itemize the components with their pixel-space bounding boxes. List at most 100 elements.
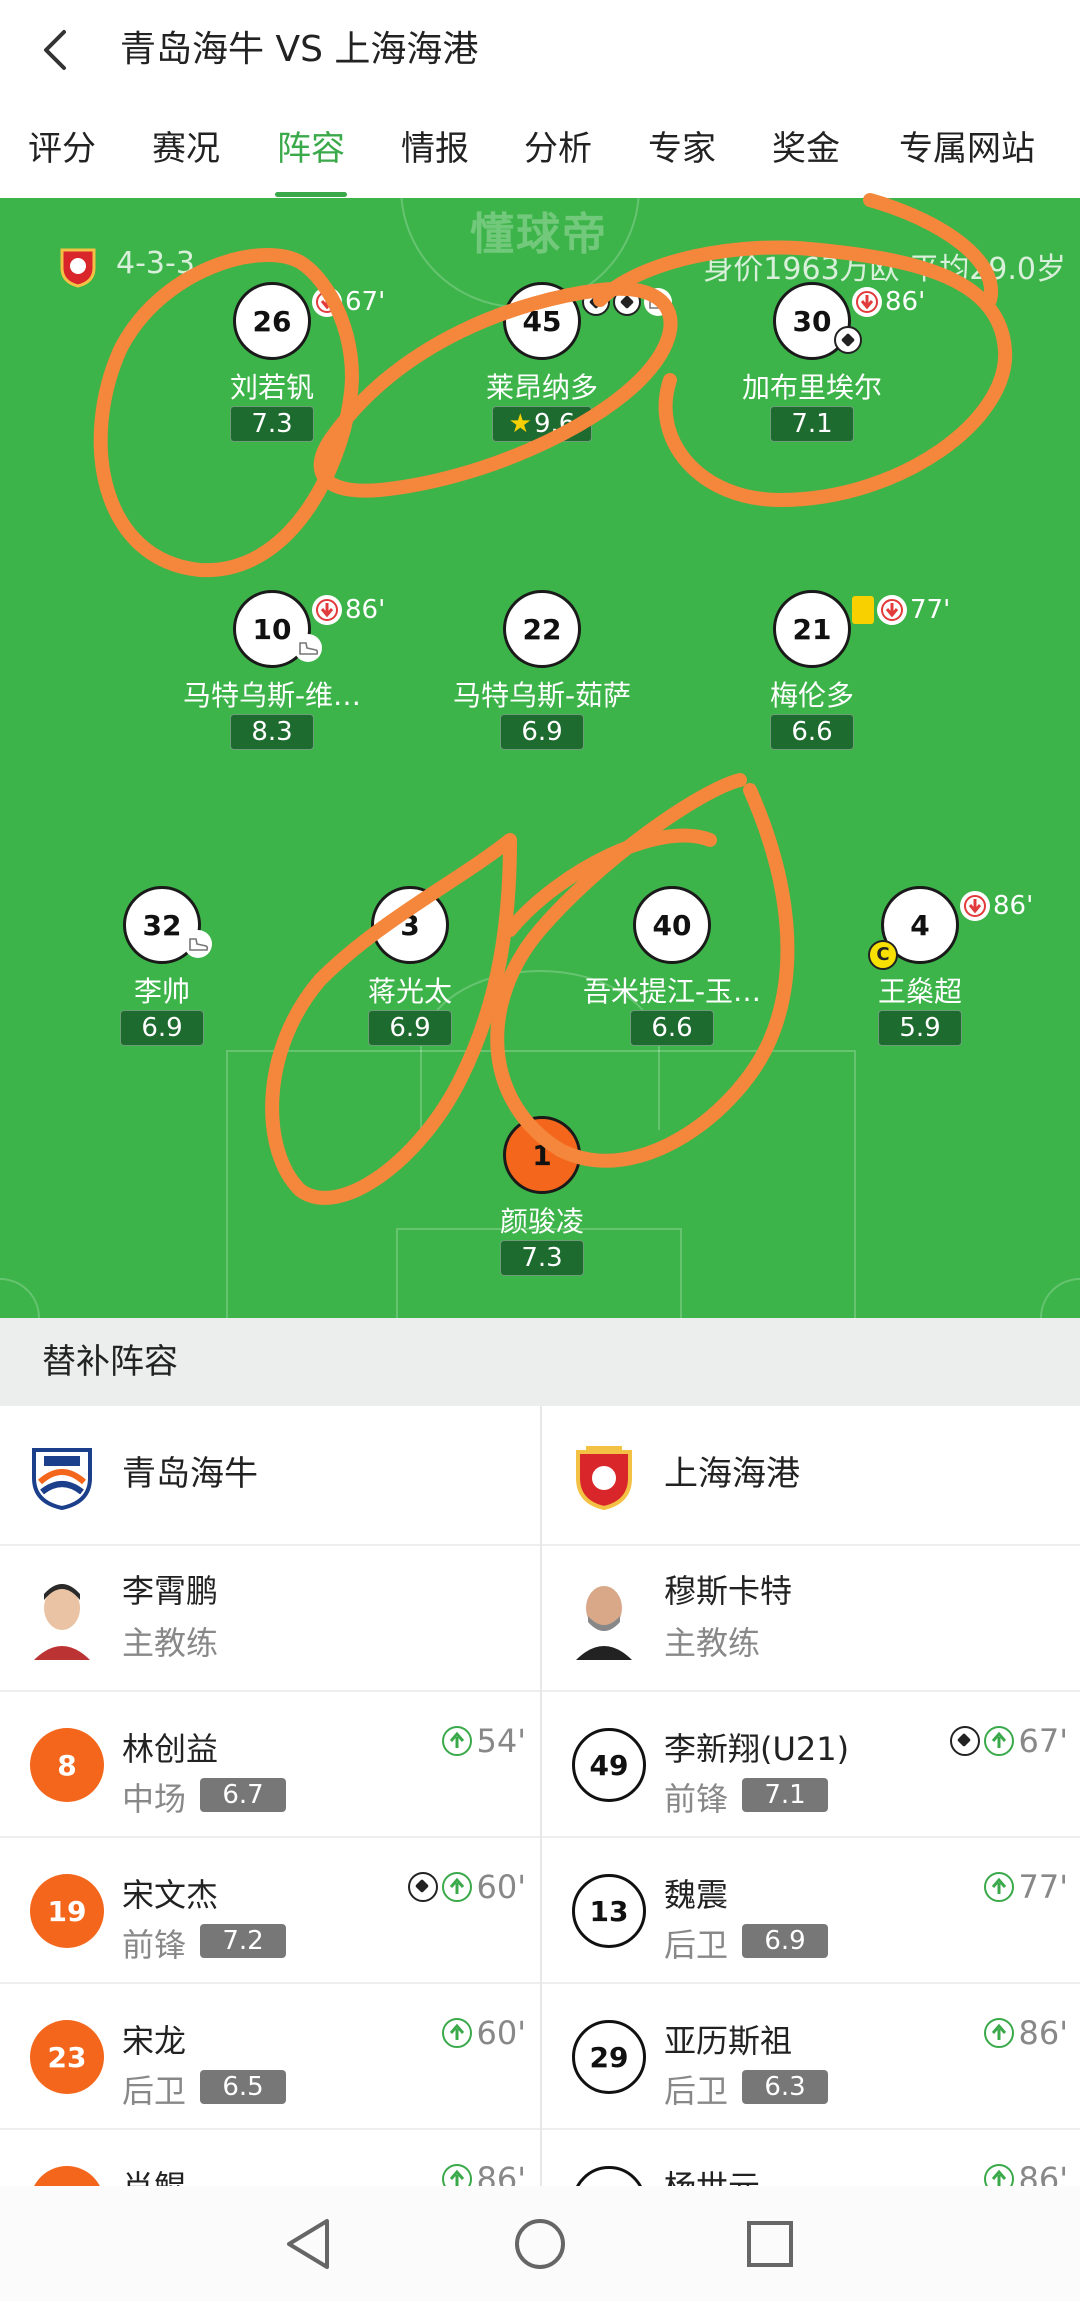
away-sub-row[interactable]: 49 李新翔(U21) 前锋 7.1 67' bbox=[542, 1694, 1080, 1838]
sub-in-icon bbox=[984, 2164, 1015, 2186]
sub-in-icon bbox=[984, 1726, 1015, 1756]
square-recents-icon bbox=[747, 2221, 793, 2267]
away-sub-row[interactable]: 杨世元 86' bbox=[542, 2132, 1080, 2186]
player-name: 马特乌斯-茹萨 bbox=[452, 679, 632, 712]
sub-events: 60' bbox=[408, 1868, 526, 1906]
player-22[interactable]: 22 马特乌斯-茹萨 6.9 bbox=[412, 590, 672, 770]
sub-in-minute: 54' bbox=[476, 1722, 526, 1760]
tab-expert[interactable]: 专家 bbox=[646, 124, 718, 174]
player-name: 梅伦多 bbox=[769, 679, 854, 712]
sub-in-icon bbox=[442, 2164, 473, 2186]
player-events-below bbox=[184, 930, 212, 958]
sub-position: 后卫 bbox=[664, 2072, 729, 2110]
player-26[interactable]: 26 刘若钒 7.3 67' bbox=[142, 282, 402, 462]
goal-ball-icon bbox=[834, 326, 862, 354]
home-coach-role: 主教练 bbox=[122, 1624, 219, 1662]
captain-badge: C bbox=[868, 940, 898, 970]
home-sub-row[interactable]: 8 林创益 中场 6.7 54' bbox=[0, 1694, 540, 1838]
player-rating-value: 6.9 bbox=[521, 717, 563, 747]
player-events: 77' bbox=[852, 592, 950, 628]
away-team-row[interactable]: 上海海港 bbox=[542, 1406, 1080, 1546]
player-10[interactable]: 10 马特乌斯-维… 8.3 86' bbox=[142, 590, 402, 770]
sub-out-icon bbox=[877, 595, 907, 625]
sub-out-icon bbox=[312, 287, 342, 317]
yellow-card-icon bbox=[852, 596, 874, 624]
away-sub-row[interactable]: 29 亚历斯祖 后卫 6.3 86' bbox=[542, 1986, 1080, 2130]
sub-name: 肖鲲 bbox=[122, 2162, 186, 2186]
active-tab-indicator bbox=[275, 192, 347, 197]
sub-name: 宋龙 bbox=[122, 2022, 187, 2060]
assist-boot-icon bbox=[294, 634, 322, 662]
player-rating-value: 6.9 bbox=[389, 1013, 431, 1043]
player-rating-value: 9.6 bbox=[533, 409, 576, 439]
home-sub-row[interactable]: 23 宋龙 后卫 6.5 60' bbox=[0, 1986, 540, 2130]
player-rating: 6.6 bbox=[630, 1010, 714, 1046]
player-rating-value: 8.3 bbox=[251, 717, 293, 747]
sub-number: 23 bbox=[30, 2020, 104, 2094]
sub-out-icon bbox=[960, 891, 990, 921]
home-coach-avatar bbox=[30, 1574, 94, 1660]
tab-live[interactable]: 赛况 bbox=[150, 124, 222, 174]
home-sub-row[interactable]: 肖鲲 86' bbox=[0, 2132, 540, 2186]
player-name: 颜骏凌 bbox=[499, 1205, 584, 1238]
sub-events: 77' bbox=[984, 1868, 1068, 1906]
sub-in-icon bbox=[442, 1726, 473, 1756]
home-team-row[interactable]: 青岛海牛 bbox=[0, 1406, 540, 1546]
away-coach-row[interactable]: 穆斯卡特 主教练 bbox=[542, 1546, 1080, 1692]
player-32[interactable]: 32 李帅 6.9 bbox=[32, 886, 292, 1066]
player-name: 吾米提江-玉… bbox=[582, 975, 762, 1008]
sub-number: 8 bbox=[30, 1728, 104, 1802]
corner-arc-left bbox=[0, 1278, 40, 1318]
player-21[interactable]: 21 梅伦多 6.6 77' bbox=[682, 590, 950, 770]
player-events bbox=[582, 284, 672, 320]
away-coach-role: 主教练 bbox=[664, 1624, 761, 1662]
sub-position: 前锋 bbox=[122, 1926, 187, 1964]
home-coach-row[interactable]: 李霄鹏 主教练 bbox=[0, 1546, 540, 1692]
player-rating: 8.3 bbox=[230, 714, 314, 750]
player-1[interactable]: 1 颜骏凌 7.3 bbox=[412, 1116, 672, 1296]
sub-events: 86' bbox=[984, 2014, 1068, 2052]
sub-out-icon bbox=[852, 287, 882, 317]
tab-lineup[interactable]: 阵容 bbox=[275, 124, 347, 174]
player-rating: ★9.6 bbox=[492, 406, 592, 442]
nav-recents-button[interactable] bbox=[740, 2214, 800, 2274]
tab-analysis[interactable]: 分析 bbox=[522, 124, 594, 174]
sub-minute: 67' bbox=[345, 287, 386, 317]
nav-back-button[interactable] bbox=[278, 2214, 338, 2274]
home-sub-row[interactable]: 19 宋文杰 前锋 7.2 60' bbox=[0, 1840, 540, 1984]
sub-in-icon bbox=[984, 2018, 1015, 2048]
sub-in-minute: 86' bbox=[1018, 2014, 1068, 2052]
tab-prize[interactable]: 奖金 bbox=[770, 124, 842, 174]
player-number: 45 bbox=[503, 282, 581, 360]
sub-rating: 6.3 bbox=[742, 2070, 828, 2104]
tab-intel[interactable]: 情报 bbox=[399, 124, 471, 174]
away-sub-row[interactable]: 13 魏震 后卫 6.9 77' bbox=[542, 1840, 1080, 1984]
nav-home-button[interactable] bbox=[510, 2214, 570, 2274]
sub-position: 后卫 bbox=[122, 2072, 187, 2110]
player-number: 1 bbox=[503, 1116, 581, 1194]
formation-label: 4-3-3 bbox=[116, 246, 195, 281]
home-coach-name: 李霄鹏 bbox=[122, 1572, 219, 1610]
sub-events: 54' bbox=[442, 1722, 526, 1760]
player-3[interactable]: 3 蒋光太 6.9 bbox=[280, 886, 540, 1066]
player-rating: 6.6 bbox=[770, 714, 854, 750]
tab-exclusive-site[interactable]: 专属网站 bbox=[894, 124, 1040, 174]
sub-in-minute: 60' bbox=[476, 2014, 526, 2052]
player-rating: 7.1 bbox=[770, 406, 854, 442]
player-45[interactable]: 45 莱昂纳多 ★9.6 bbox=[412, 282, 672, 462]
sub-name: 杨世元 bbox=[664, 2162, 760, 2186]
player-40[interactable]: 40 吾米提江-玉… 6.6 bbox=[542, 886, 802, 1066]
chevron-left-icon bbox=[44, 30, 66, 70]
player-name: 加布里埃尔 bbox=[741, 371, 882, 404]
player-30[interactable]: 30 加布里埃尔 7.1 86' bbox=[682, 282, 942, 462]
back-button[interactable] bbox=[30, 22, 80, 78]
player-rating: 6.9 bbox=[368, 1010, 452, 1046]
sub-out-icon bbox=[312, 595, 342, 625]
sub-number bbox=[30, 2166, 104, 2186]
away-team-name: 上海海港 bbox=[664, 1454, 800, 1494]
player-4[interactable]: 4 王燊超 5.9 86' C bbox=[790, 886, 1050, 1066]
tab-rating[interactable]: 评分 bbox=[26, 124, 98, 174]
sub-position: 中场 bbox=[122, 1780, 187, 1818]
sub-in-icon bbox=[442, 2018, 473, 2048]
corner-arc-right bbox=[1040, 1278, 1080, 1318]
